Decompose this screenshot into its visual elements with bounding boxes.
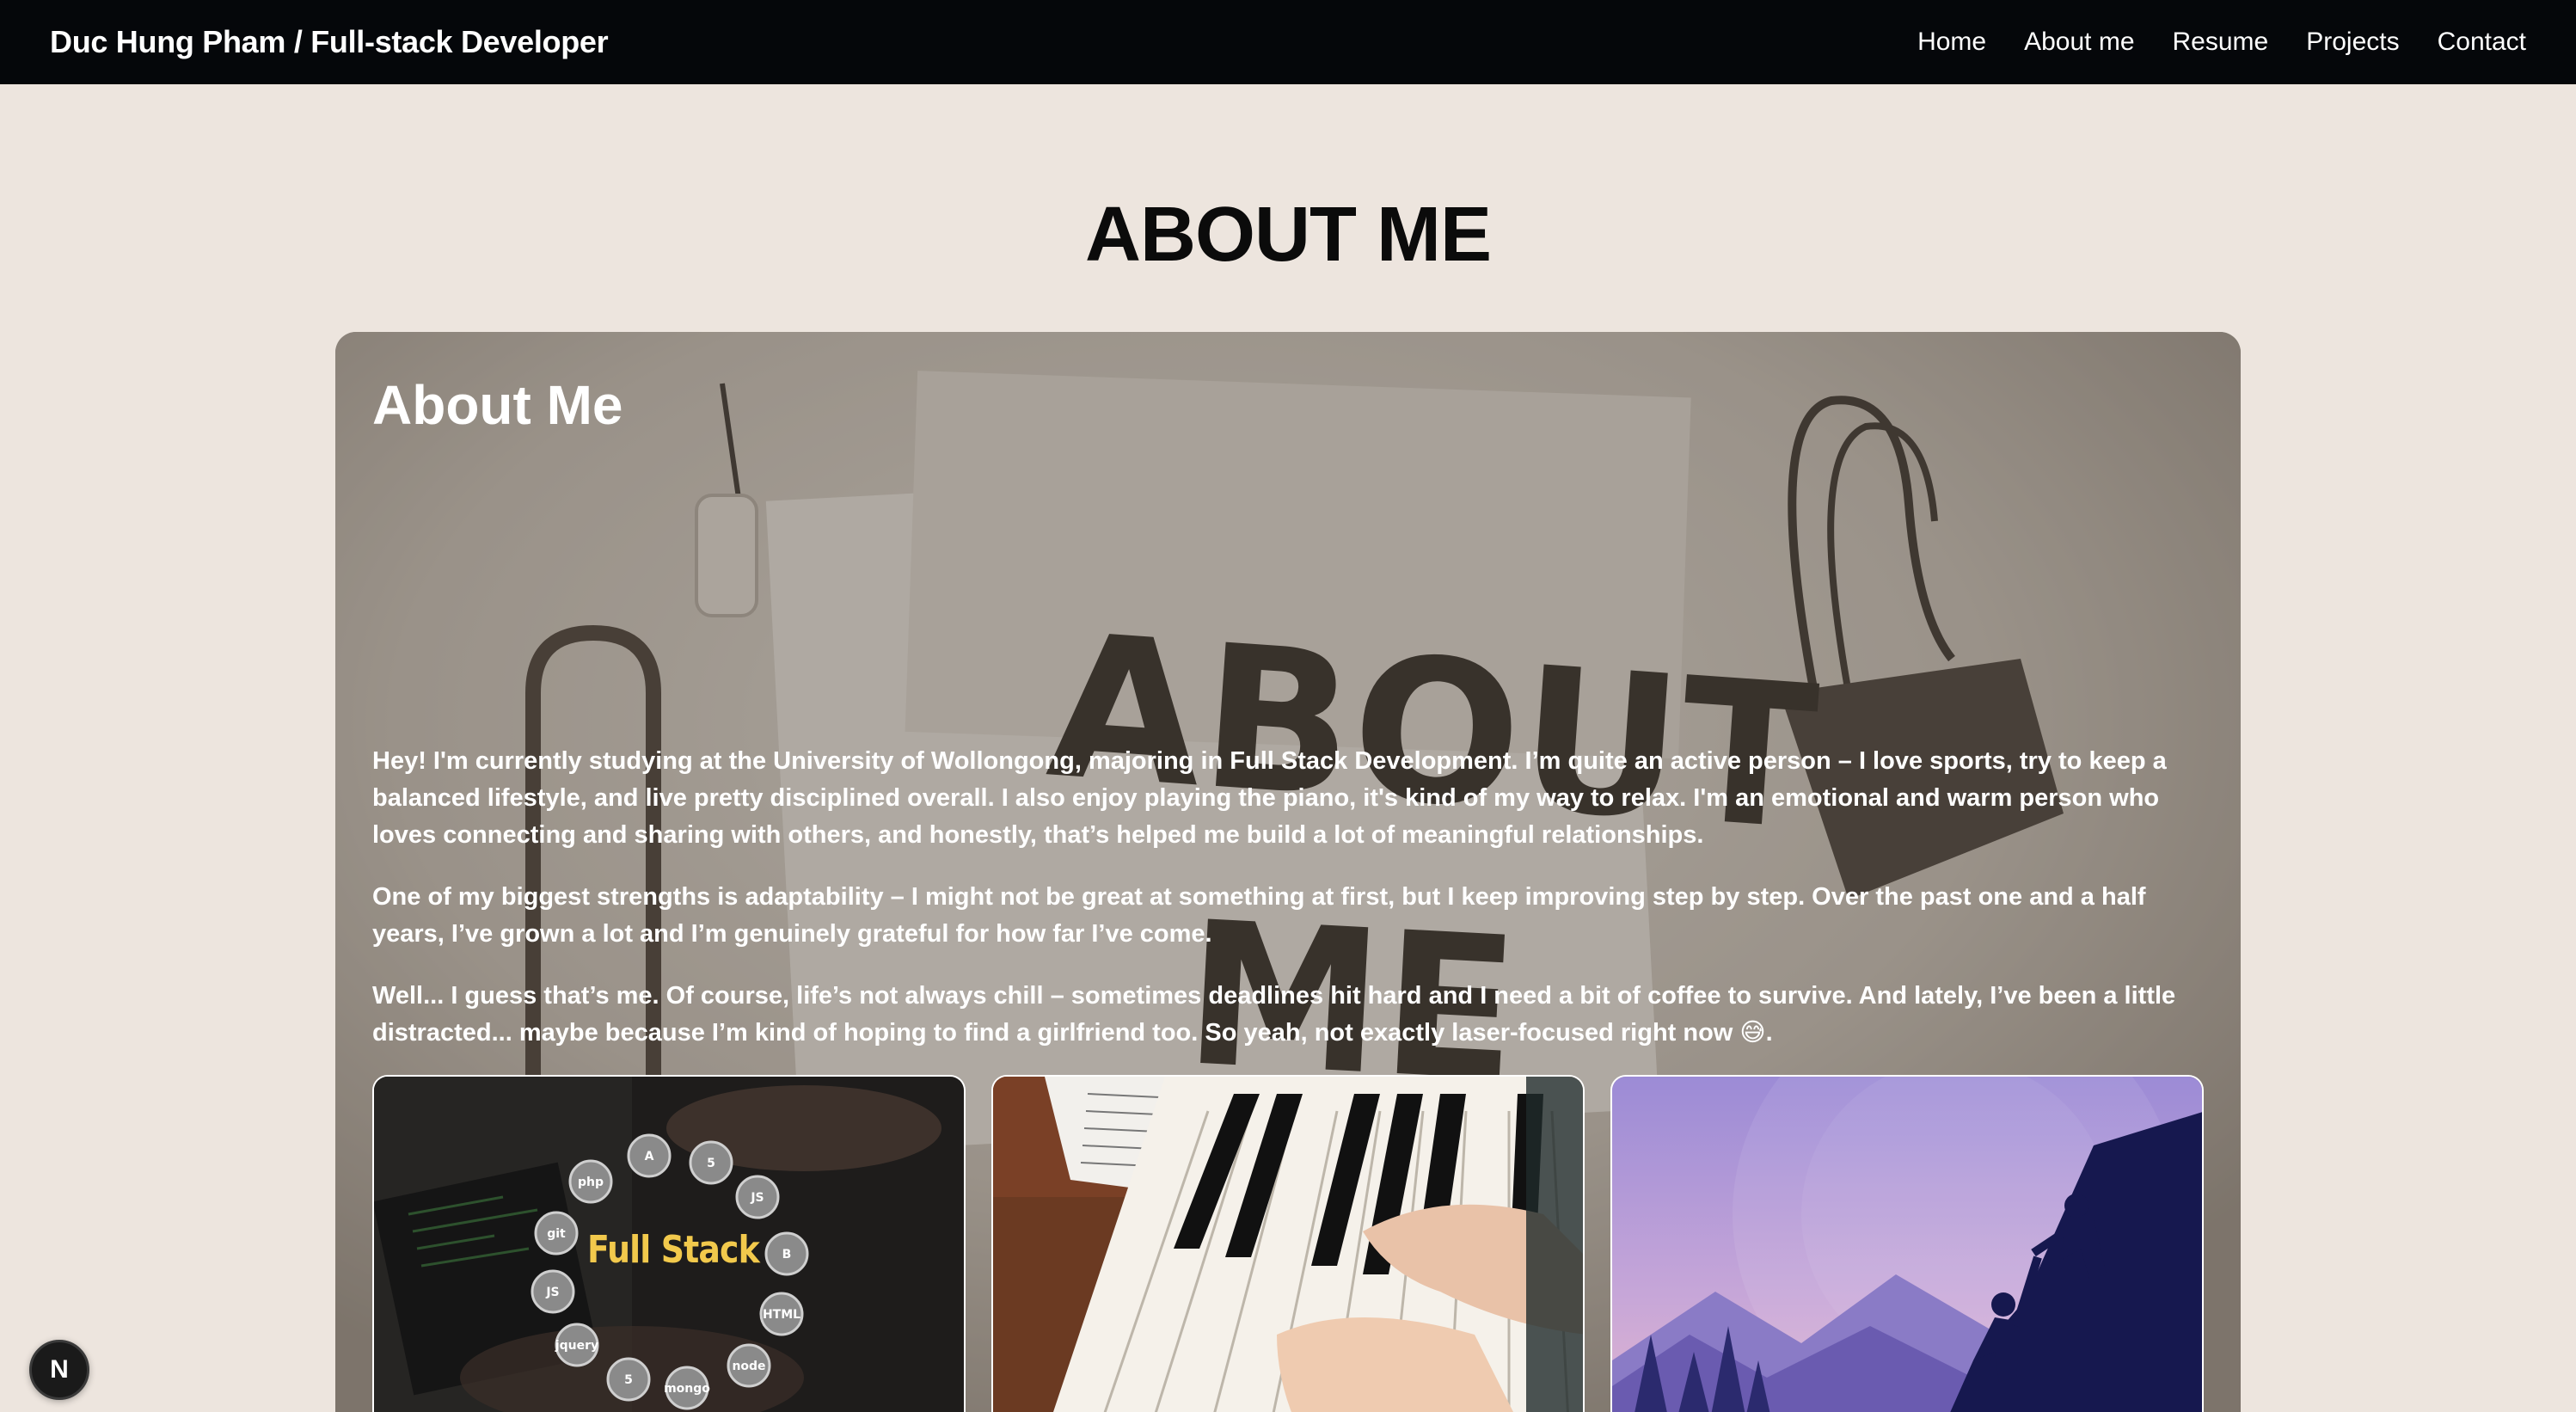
nav-link-resume[interactable]: Resume: [2173, 28, 2269, 57]
nav-link-contact[interactable]: Contact: [2438, 28, 2526, 57]
icon-javascript: JS: [545, 1286, 559, 1299]
icon-angular: A: [645, 1150, 654, 1163]
nav-link-projects[interactable]: Projects: [2306, 28, 2399, 57]
about-paragraph-3: Well... I guess that’s me. Of course, li…: [372, 982, 2176, 1047]
nav-links: Home About me Resume Projects Contact: [1917, 28, 2526, 57]
tile-piano[interactable]: [991, 1075, 1585, 1412]
hobby-tiles: A 5 JS B HTML php git JS jquery 5 mongo …: [372, 1075, 2205, 1412]
icon-php: php: [578, 1176, 604, 1189]
about-paragraph-2: One of my biggest strengths is adaptabil…: [372, 883, 2146, 948]
framework-badge[interactable]: N: [29, 1340, 89, 1400]
icon-jquery: jquery: [555, 1339, 598, 1353]
icon-html: HTML: [763, 1308, 800, 1322]
nav-link-about[interactable]: About me: [2024, 28, 2134, 57]
about-text: Hey! I'm currently studying at the Unive…: [372, 743, 2205, 1077]
icon-nodejs: JS: [750, 1191, 764, 1205]
piano-image: [993, 1077, 1583, 1412]
icon-git: git: [547, 1227, 566, 1241]
icon-css3: 5: [624, 1373, 633, 1387]
top-navbar: Duc Hung Pham / Full-stack Developer Hom…: [0, 0, 2576, 84]
tile-climbing[interactable]: [1610, 1075, 2204, 1412]
nav-link-home[interactable]: Home: [1917, 28, 1986, 57]
about-card-title: About Me: [372, 374, 623, 436]
icon-html5: 5: [707, 1157, 715, 1170]
about-paragraph-1: Hey! I'm currently studying at the Unive…: [372, 747, 2167, 849]
page-title: ABOUT ME: [1085, 192, 1492, 278]
icon-bootstrap: B: [782, 1248, 792, 1262]
brand-title[interactable]: Duc Hung Pham / Full-stack Developer: [50, 24, 609, 60]
icon-mongodb: mongo: [664, 1382, 710, 1396]
tile-full-stack[interactable]: A 5 JS B HTML php git JS jquery 5 mongo …: [372, 1075, 966, 1412]
about-card: ABOUT ME About Me Hey! I'm currently stu…: [335, 332, 2241, 1412]
icon-node: node: [732, 1360, 765, 1373]
full-stack-label: Full Stack: [587, 1228, 760, 1272]
climbing-image: [1612, 1077, 2202, 1412]
